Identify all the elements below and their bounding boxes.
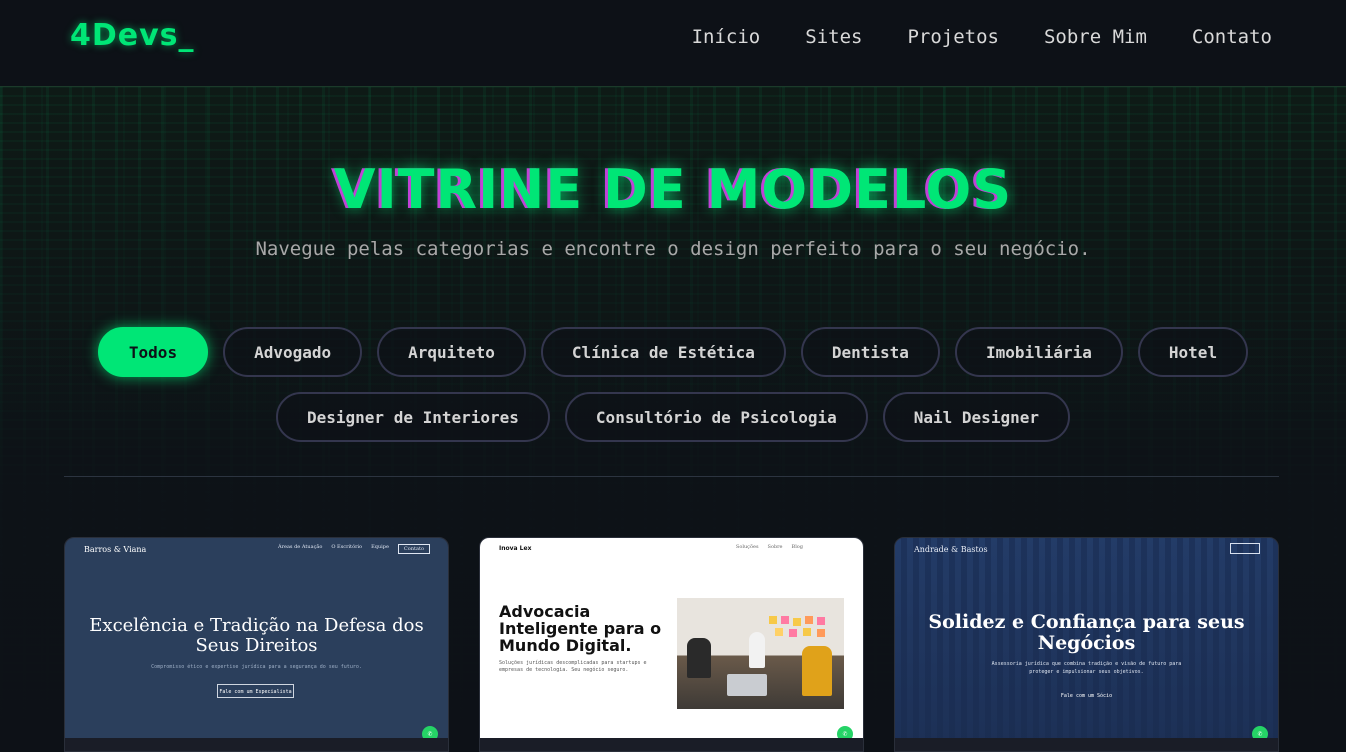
template-card[interactable]: Inova Lex Soluções Sobre Blog Advocacia …: [479, 537, 864, 752]
nav-link-projetos[interactable]: Projetos: [907, 26, 999, 48]
preview-nav: Barros & Viana Áreas de Atuação O Escrit…: [65, 538, 448, 560]
preview-nav: Inova Lex Soluções Sobre Blog: [480, 538, 863, 560]
nav-link-inicio[interactable]: Início: [692, 26, 761, 48]
filter-designer-interiores[interactable]: Designer de Interiores: [276, 392, 550, 442]
preview-headline: Solidez e Confiança para seus Negócios: [928, 611, 1245, 654]
preview-brand: Barros & Viana: [84, 545, 147, 554]
preview-tagline: Compromisso ético e expertise jurídica p…: [151, 664, 362, 670]
preview-nav-button: Contato: [397, 544, 430, 554]
preview-nav-link: Áreas de Atuação: [277, 544, 323, 550]
filter-clinica-estetica[interactable]: Clínica de Estética: [540, 327, 786, 377]
filter-todos[interactable]: Todos: [97, 327, 209, 377]
card-footer: [480, 738, 863, 751]
category-filters: Todos Advogado Arquiteto Clínica de Esté…: [80, 327, 1266, 442]
preview-headline: Excelência e Tradição na Defesa dos Seus…: [89, 615, 424, 656]
section-divider: [64, 476, 1279, 477]
preview-cta: Fale com um Especialista: [217, 684, 294, 698]
preview-nav-link: Equipe: [371, 544, 389, 550]
filter-dentista[interactable]: Dentista: [800, 327, 940, 377]
filter-arquiteto[interactable]: Arquiteto: [377, 327, 526, 377]
preview-nav-button: [1230, 543, 1260, 554]
preview-brand: Inova Lex: [499, 545, 532, 552]
nav-link-contato[interactable]: Contato: [1192, 26, 1272, 48]
main-nav: Início Sites Projetos Sobre Mim Contato: [692, 26, 1272, 48]
template-preview: Barros & Viana Áreas de Atuação O Escrit…: [65, 538, 448, 742]
filter-imobiliaria[interactable]: Imobiliária: [954, 327, 1123, 377]
nav-link-sobre-mim[interactable]: Sobre Mim: [1044, 26, 1147, 48]
preview-brand: Andrade & Bastos: [914, 545, 988, 554]
page-title: VITRINE DE MODELOS: [333, 158, 1013, 221]
logo[interactable]: 4Devs_: [70, 18, 195, 53]
preview-nav-link: Blog: [791, 544, 803, 550]
preview-cta: Fale com um Sócio: [1060, 693, 1113, 699]
page-subtitle: Navegue pelas categorias e encontre o de…: [255, 238, 1091, 260]
filter-hotel[interactable]: Hotel: [1137, 327, 1249, 377]
preview-nav-link: Sobre: [767, 544, 783, 550]
site-header: 4Devs_ Início Sites Projetos Sobre Mim C…: [0, 0, 1346, 87]
preview-nav: Andrade & Bastos: [895, 538, 1278, 560]
template-preview: Inova Lex Soluções Sobre Blog Advocacia …: [480, 538, 863, 742]
filter-consultorio-psicologia[interactable]: Consultório de Psicologia: [564, 392, 868, 442]
preview-tagline: Soluções jurídicas descomplicadas para s…: [499, 660, 647, 673]
filter-advogado[interactable]: Advogado: [223, 327, 363, 377]
preview-nav-link: O Escritório: [331, 544, 363, 550]
card-footer: [895, 738, 1278, 751]
preview-tagline: Assessoria jurídica que combina tradição…: [991, 661, 1182, 675]
template-card[interactable]: Andrade & Bastos Solidez e Confiança par…: [894, 537, 1279, 752]
nav-link-sites[interactable]: Sites: [805, 26, 862, 48]
template-preview: Andrade & Bastos Solidez e Confiança par…: [895, 538, 1278, 742]
card-footer: [65, 738, 448, 751]
preview-photo: [677, 598, 844, 709]
preview-nav-link: Soluções: [735, 544, 759, 550]
filter-nail-designer[interactable]: Nail Designer: [882, 392, 1070, 442]
template-card[interactable]: Barros & Viana Áreas de Atuação O Escrit…: [64, 537, 449, 752]
preview-headline: Advocacia Inteligente para o Mundo Digit…: [499, 602, 662, 655]
